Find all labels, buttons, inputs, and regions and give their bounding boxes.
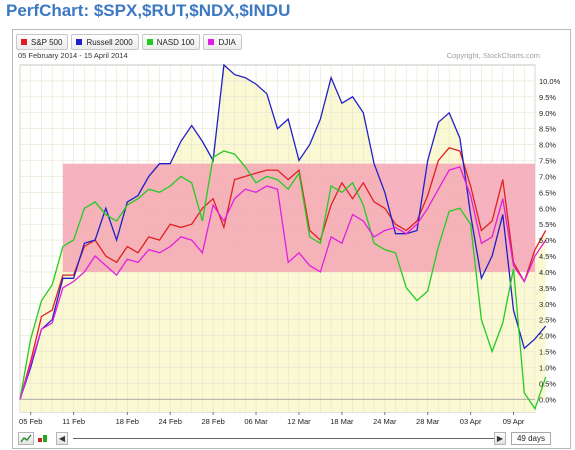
chart-controls: ◀ ▶ 49 days	[18, 432, 566, 447]
legend-label: DJIA	[218, 37, 236, 47]
line-chart-icon[interactable]	[18, 432, 34, 445]
x-tick-label: 03 Apr	[460, 417, 482, 426]
x-tick-label: 05 Feb	[19, 417, 42, 426]
x-tick-label: 09 Apr	[503, 417, 525, 426]
y-tick-label: 8.0%	[539, 141, 556, 150]
y-tick-label: 10.0%	[539, 77, 561, 86]
y-tick-label: 8.5%	[539, 125, 556, 134]
legend-item[interactable]: S&P 500	[16, 34, 69, 50]
line-chart-glyph	[20, 434, 32, 443]
legend-item[interactable]: Russell 2000	[71, 34, 139, 50]
legend-item[interactable]: DJIA	[203, 34, 242, 50]
y-tick-label: 6.5%	[539, 188, 556, 197]
right-arrow-icon[interactable]: ▶	[494, 432, 506, 445]
x-tick-label: 24 Feb	[159, 417, 182, 426]
bar-chart-icon[interactable]	[36, 432, 50, 445]
days-selector[interactable]: 49 days	[511, 432, 551, 445]
x-tick-label: 28 Feb	[201, 417, 224, 426]
x-tick-label: 06 Mar	[244, 417, 268, 426]
x-tick-label: 28 Mar	[416, 417, 440, 426]
x-tick-label: 24 Mar	[373, 417, 397, 426]
bar-chart-glyph	[38, 435, 47, 442]
y-tick-label: 4.0%	[539, 268, 556, 277]
x-tick-label: 12 Mar	[287, 417, 311, 426]
y-tick-label: 3.0%	[539, 300, 556, 309]
y-tick-label: 1.0%	[539, 363, 556, 372]
y-tick-label: 9.0%	[539, 109, 556, 118]
x-tick-label: 11 Feb	[62, 417, 85, 426]
legend-label: Russell 2000	[86, 37, 133, 47]
left-arrow-icon[interactable]: ◀	[56, 432, 68, 445]
y-tick-label: 6.0%	[539, 204, 556, 213]
y-tick-label: 7.5%	[539, 157, 556, 166]
page-title-text: PerfChart: $SPX,$RUT,$NDX,$INDU	[6, 1, 291, 20]
legend-swatch	[76, 39, 83, 45]
legend-swatch	[21, 39, 27, 45]
y-tick-label: 4.5%	[539, 252, 556, 261]
x-tick-label: 18 Feb	[116, 417, 139, 426]
legend-label: NASD 100	[156, 37, 195, 47]
y-tick-label: 0.0%	[539, 395, 556, 404]
legend-item[interactable]: NASD 100	[141, 34, 201, 50]
x-tick-label: 18 Mar	[330, 417, 354, 426]
date-range: 05 February 2014 - 15 April 2014	[18, 51, 128, 60]
y-tick-label: 3.5%	[539, 284, 556, 293]
y-tick-label: 1.5%	[539, 348, 556, 357]
legend-swatch	[146, 39, 153, 45]
y-tick-label: 5.5%	[539, 220, 556, 229]
copyright-notice: Copyright, StockCharts.com	[446, 51, 540, 60]
y-tick-label: 2.0%	[539, 332, 556, 341]
perf-chart: 0.0% 0.5% 1.0% 1.5% 2.0% 2.5% 3.0% 3.5% 4.0% 4.5%…	[19, 63, 561, 426]
timeline-slider[interactable]	[73, 438, 505, 439]
y-tick-label: 0.5%	[539, 379, 556, 388]
y-tick-label: 2.5%	[539, 316, 556, 325]
y-tick-label: 7.0%	[539, 172, 556, 181]
chart-frame: 0.0% 0.5% 1.0% 1.5% 2.0% 2.5% 3.0% 3.5% 4.0% 4.5%…	[12, 29, 571, 449]
y-tick-label: 9.5%	[539, 93, 556, 102]
legend-swatch	[208, 39, 215, 45]
page-title: PerfChart: $SPX,$RUT,$NDX,$INDU	[6, 1, 290, 21]
legend-label: S&P 500	[31, 37, 63, 47]
legend: S&P 500 Russell 2000 NASD 100 DJIA	[16, 34, 242, 50]
y-tick-label: 5.0%	[539, 236, 556, 245]
